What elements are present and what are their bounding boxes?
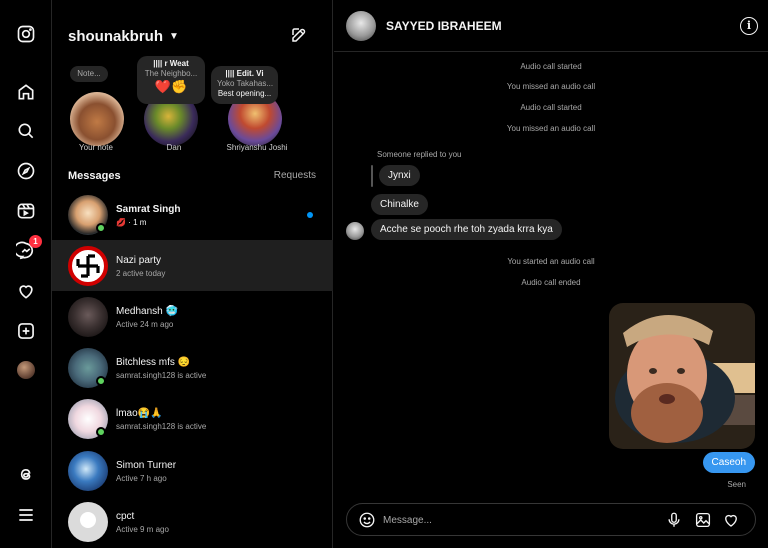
message-composer xyxy=(346,503,756,536)
photo-image xyxy=(609,303,755,449)
thread-preview: samrat.singh128 is active xyxy=(116,371,207,380)
thread-name: Simon Turner xyxy=(116,460,177,471)
image-upload-icon[interactable] xyxy=(694,511,712,529)
microphone-icon[interactable] xyxy=(665,511,683,529)
note-bubble: |||| Edit. Vi Yoko Takahas... Best openi… xyxy=(211,66,278,104)
thread-preview: 2 active today xyxy=(116,269,166,278)
thread-name: Samrat Singh xyxy=(116,204,181,215)
thread-item-active[interactable]: Nazi party 2 active today xyxy=(52,240,333,291)
messages-heading: Messages xyxy=(68,170,121,182)
system-message: Audio call started xyxy=(520,103,582,112)
online-indicator xyxy=(96,427,106,437)
online-indicator xyxy=(96,376,106,386)
create-post-icon[interactable] xyxy=(14,319,38,343)
thread-preview: Active 7 h ago xyxy=(116,474,167,483)
thread-name: cpct xyxy=(116,511,135,522)
avatar xyxy=(68,246,108,286)
avatar-symbol-icon xyxy=(76,254,100,278)
quoted-message[interactable]: Jynxi xyxy=(379,165,420,186)
inbox-panel: shounakbruh ▼ Note... Your note |||| r W… xyxy=(52,0,333,548)
explore-icon[interactable] xyxy=(14,159,38,183)
received-message[interactable]: Acche se pooch rhe toh zyada krra kya xyxy=(371,219,562,240)
note-text: The Neighbo... xyxy=(144,69,198,78)
system-message: You missed an audio call xyxy=(506,124,596,133)
contact-avatar[interactable] xyxy=(346,11,376,41)
seen-status: Seen xyxy=(727,480,746,489)
music-note-icon: |||| r Weat xyxy=(153,59,189,68)
emoji-icon[interactable] xyxy=(358,511,376,529)
thread-item[interactable]: cpct Active 9 m ago xyxy=(52,496,333,547)
reels-icon[interactable] xyxy=(14,199,38,223)
avatar xyxy=(70,92,124,146)
notes-row: Note... Your note |||| r Weat The Neighb… xyxy=(52,56,333,156)
notifications-heart-icon[interactable] xyxy=(14,279,38,303)
note-text: Yoko Takahas... xyxy=(217,79,274,88)
thread-preview: 💋 · 1 m xyxy=(116,218,147,227)
thread-name: Bitchless mfs 😔 xyxy=(116,357,191,368)
instagram-logo-icon[interactable] xyxy=(14,22,38,46)
shared-photo[interactable] xyxy=(609,303,755,449)
contact-name[interactable]: SAYYED IBRAHEEM xyxy=(386,19,502,33)
profile-avatar[interactable] xyxy=(17,361,35,379)
system-message: You missed an audio call xyxy=(506,82,596,91)
thread-item[interactable]: Samrat Singh 💋 · 1 m xyxy=(52,189,333,240)
requests-link[interactable]: Requests xyxy=(274,170,316,181)
music-note-icon: |||| Edit. Vi xyxy=(225,69,264,78)
note-bubble: |||| r Weat The Neighbo... ❤️✊ xyxy=(137,56,205,104)
threads-icon[interactable] xyxy=(14,462,38,486)
thread-preview: Active 9 m ago xyxy=(116,525,169,534)
reply-bar xyxy=(371,165,373,187)
avatar xyxy=(68,297,108,337)
note-name: Shriyanshu Joshi xyxy=(226,143,288,152)
sender-avatar xyxy=(346,222,364,240)
conversation-panel: SAYYED IBRAHEEM i Audio call started You… xyxy=(334,0,768,548)
system-message: You started an audio call xyxy=(507,257,595,266)
thread-preview: samrat.singh128 is active xyxy=(116,422,207,431)
default-avatar-icon xyxy=(80,512,96,528)
thread-item[interactable]: Simon Turner Active 7 h ago xyxy=(52,445,333,496)
note-text: Best opening... xyxy=(217,89,272,98)
avatar xyxy=(68,502,108,542)
chevron-down-icon[interactable]: ▼ xyxy=(169,31,179,42)
message-input[interactable] xyxy=(383,511,633,529)
online-indicator xyxy=(96,223,106,233)
home-icon[interactable] xyxy=(14,80,38,104)
system-message: Audio call started xyxy=(520,62,582,71)
messages-icon[interactable]: 1 xyxy=(14,235,42,263)
system-message: Audio call ended xyxy=(521,278,581,287)
thread-name: lmao😭🙏 xyxy=(116,408,163,419)
thread-name: Nazi party xyxy=(116,255,162,266)
unread-dot xyxy=(307,212,313,218)
info-icon[interactable]: i xyxy=(740,17,758,35)
account-username[interactable]: shounakbruh xyxy=(68,28,163,45)
inbox-header: shounakbruh ▼ xyxy=(68,24,316,48)
thread-item[interactable]: lmao😭🙏 samrat.singh128 is active xyxy=(52,393,333,444)
thread-item[interactable]: Bitchless mfs 😔 samrat.singh128 is activ… xyxy=(52,342,333,393)
thread-preview: Active 24 m ago xyxy=(116,320,174,329)
messages-badge: 1 xyxy=(29,235,42,248)
search-icon[interactable] xyxy=(14,119,38,143)
note-bubble: Note... xyxy=(70,66,108,82)
thread-name: Medhansh 🥶 xyxy=(116,306,178,317)
note-emoji: ❤️✊ xyxy=(154,79,188,94)
like-heart-icon[interactable] xyxy=(722,511,740,529)
avatar xyxy=(68,451,108,491)
more-menu-icon[interactable] xyxy=(14,503,38,527)
left-nav-rail: 1 xyxy=(0,0,52,548)
new-message-icon[interactable] xyxy=(290,26,310,46)
reply-label: Someone replied to you xyxy=(377,150,462,159)
thread-item[interactable]: Medhansh 🥶 Active 24 m ago xyxy=(52,291,333,342)
received-message[interactable]: Chinalke xyxy=(371,194,428,215)
conversation-header: SAYYED IBRAHEEM i xyxy=(334,0,768,52)
sent-message[interactable]: Caseoh xyxy=(702,452,755,473)
